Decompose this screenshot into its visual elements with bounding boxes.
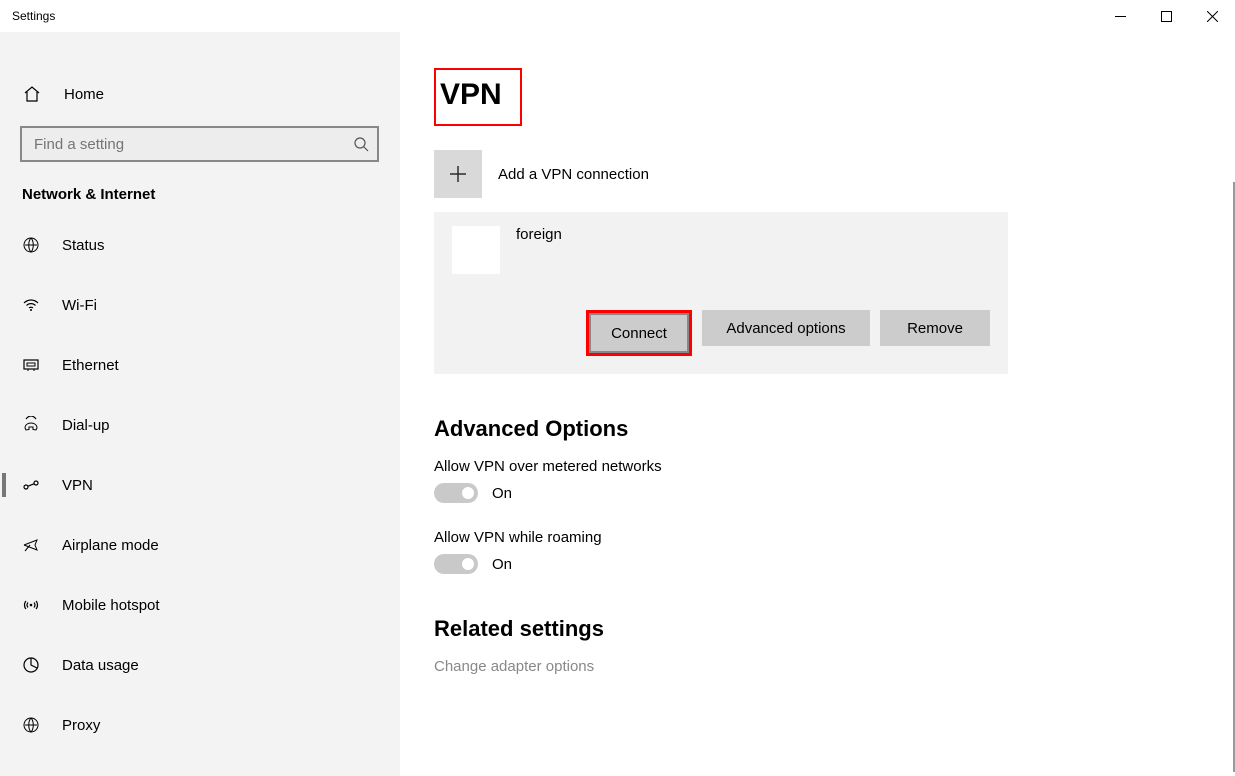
- sidebar-item-airplane[interactable]: Airplane mode: [0, 521, 399, 569]
- close-button[interactable]: [1189, 0, 1235, 32]
- sidebar-item-wifi[interactable]: Wi-Fi: [0, 281, 399, 329]
- status-icon: [22, 236, 40, 254]
- sidebar-item-label: Wi-Fi: [62, 297, 97, 314]
- sidebar-item-hotspot[interactable]: Mobile hotspot: [0, 581, 399, 629]
- roaming-label: Allow VPN while roaming: [434, 529, 1211, 546]
- vpn-connection-name: foreign: [516, 226, 562, 243]
- window-title: Settings: [0, 9, 55, 23]
- hotspot-icon: [22, 596, 40, 614]
- plus-icon: [434, 150, 482, 198]
- sidebar-item-vpn[interactable]: VPN: [0, 461, 399, 509]
- sidebar-item-dialup[interactable]: Dial-up: [0, 401, 399, 449]
- search-input[interactable]: [20, 126, 379, 162]
- vpn-connection-icon: [452, 226, 500, 274]
- titlebar: Settings: [0, 0, 1235, 32]
- search-field[interactable]: [32, 135, 353, 154]
- search-icon: [353, 136, 369, 152]
- connect-button[interactable]: Connect: [591, 315, 687, 351]
- content-pane: VPN Add a VPN connection foreign Connect…: [400, 32, 1235, 776]
- dialup-icon: [22, 416, 40, 434]
- sidebar-item-label: Proxy: [62, 717, 100, 734]
- sidebar-item-status[interactable]: Status: [0, 221, 399, 269]
- sidebar-item-label: Status: [62, 237, 105, 254]
- sidebar-item-label: VPN: [62, 477, 93, 494]
- advanced-options-heading: Advanced Options: [434, 416, 1211, 442]
- roaming-toggle[interactable]: [434, 554, 478, 574]
- minimize-button[interactable]: [1097, 0, 1143, 32]
- sidebar-home-label: Home: [64, 86, 104, 103]
- connect-button-highlight: Connect: [586, 310, 692, 356]
- add-vpn-label: Add a VPN connection: [498, 166, 649, 183]
- sidebar-item-label: Mobile hotspot: [62, 597, 160, 614]
- vpn-icon: [22, 476, 40, 494]
- roaming-toggle-state: On: [492, 556, 512, 573]
- sidebar-item-label: Dial-up: [62, 417, 110, 434]
- maximize-button[interactable]: [1143, 0, 1189, 32]
- sidebar-item-datausage[interactable]: Data usage: [0, 641, 399, 689]
- sidebar-item-label: Airplane mode: [62, 537, 159, 554]
- sidebar-item-proxy[interactable]: Proxy: [0, 701, 399, 749]
- metered-toggle-state: On: [492, 485, 512, 502]
- sidebar-group-title: Network & Internet: [0, 176, 399, 213]
- advanced-options-button[interactable]: Advanced options: [702, 310, 870, 346]
- wifi-icon: [22, 296, 40, 314]
- metered-toggle[interactable]: [434, 483, 478, 503]
- page-title: VPN: [434, 68, 522, 126]
- ethernet-icon: [22, 356, 40, 374]
- sidebar-item-ethernet[interactable]: Ethernet: [0, 341, 399, 389]
- sidebar-item-label: Ethernet: [62, 357, 119, 374]
- sidebar: Home Network & Internet Status: [0, 32, 400, 776]
- datausage-icon: [22, 656, 40, 674]
- remove-button[interactable]: Remove: [880, 310, 990, 346]
- sidebar-item-label: Data usage: [62, 657, 139, 674]
- related-settings-heading: Related settings: [434, 616, 1211, 642]
- airplane-icon: [22, 536, 40, 554]
- proxy-icon: [22, 716, 40, 734]
- add-vpn-row[interactable]: Add a VPN connection: [434, 150, 1211, 198]
- vpn-connection-card[interactable]: foreign Connect Advanced options Remove: [434, 212, 1008, 374]
- sidebar-home[interactable]: Home: [0, 70, 399, 118]
- metered-label: Allow VPN over metered networks: [434, 458, 1211, 475]
- change-adapter-link[interactable]: Change adapter options: [434, 658, 1211, 675]
- home-icon: [22, 84, 42, 104]
